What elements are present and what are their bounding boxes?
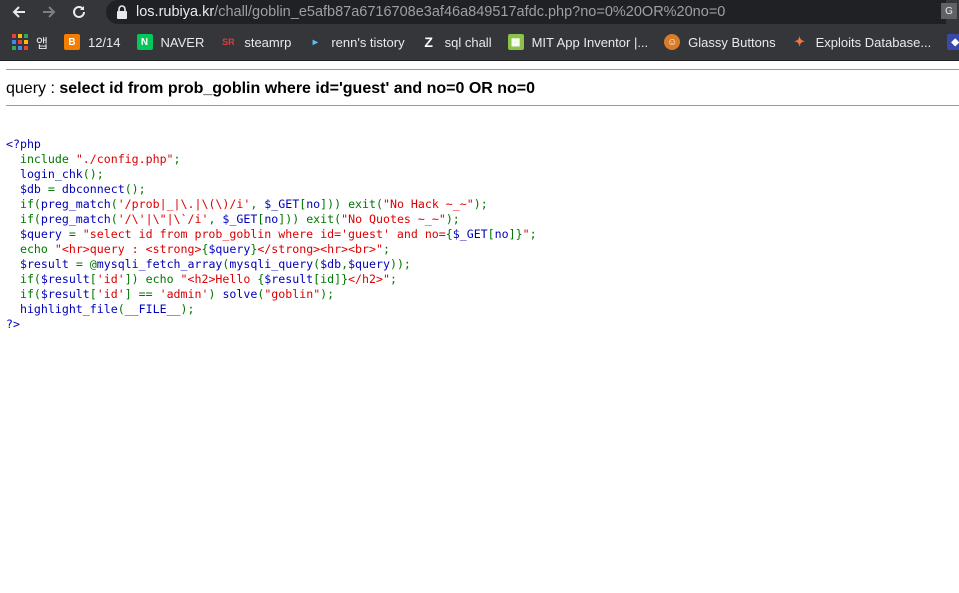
query-line: query : select id from prob_goblin where… [6,80,959,98]
code-line-11: highlight_file(__FILE__); [6,302,195,316]
bookmark-label: steamrp [244,34,292,50]
lock-icon [117,5,127,19]
bookmark-app-inventor[interactable]: ▦ MIT App Inventor |... [500,28,657,56]
bookmark-apps[interactable]: 앱 [36,28,56,56]
bookmark-label: sql chall [444,34,492,50]
code-line-3: $db = dbconnect(); [6,182,146,196]
bookmark-label: MIT App Inventor |... [531,34,649,50]
forward-arrow-icon [43,6,56,18]
w-icon: ◆ [947,34,959,50]
browser-toolbar: los.rubiya.kr/chall/goblin_e5afb87a67167… [0,0,959,24]
url-host: los.rubiya.kr [136,4,215,20]
bookmark-label: NAVER [160,34,205,50]
reload-icon [73,5,85,18]
top-divider [6,69,959,70]
code-line-6: $query = "select id from prob_goblin whe… [6,227,537,241]
sr-icon: SR [220,34,237,50]
bottom-divider [6,105,959,106]
php-source-code: <?php include "./config.php"; login_chk(… [6,137,959,332]
bookmark-naver[interactable]: N NAVER [129,28,213,56]
bookmark-exploit-db[interactable]: ✦ Exploits Database... [784,28,940,56]
bookmark-label: Exploits Database... [815,34,932,50]
bookmark-label: renn's tistory [331,34,405,50]
code-line-8: $result = @mysqli_fetch_array(mysqli_que… [6,257,411,271]
url-path: /chall/goblin_e5afb87a6716708e3af46a8495… [214,4,726,20]
back-button[interactable] [8,1,30,23]
code-line-2: login_chk(); [6,167,104,181]
code-line-7: echo "<hr>query : <strong>{$query}</stro… [6,242,390,256]
bookmarks-bar: 앱 B 12/14 N NAVER SR steamrp ▸ renn's ti… [0,24,959,61]
query-text: select id from prob_goblin where id='gue… [59,80,536,97]
code-line-9: if($result['id']) echo "<h2>Hello {$resu… [6,272,397,286]
bookmark-sql-chall[interactable]: Z sql chall [413,28,500,56]
query-prefix: query : [6,80,60,97]
translate-extension-icon[interactable]: G [941,3,957,19]
app-inventor-icon: ▦ [507,34,524,50]
bookmark-tistory[interactable]: ▸ renn's tistory [299,28,412,56]
z-icon: Z [420,34,437,50]
page-content: query : select id from prob_goblin where… [0,61,959,332]
code-line-10: if($result['id'] == 'admin') solve("gobl… [6,287,335,301]
code-line-4: if(preg_match('/prob|_|\.|\(\)/i', $_GET… [6,197,488,211]
blogger-icon: B [63,34,80,50]
bookmark-steamrp[interactable]: SR steamrp [212,28,299,56]
bookmark-glassy-buttons[interactable]: ☺ Glassy Buttons [656,28,783,56]
bookmark-label: 12/14 [87,34,121,50]
code-line-12: ?> [6,317,20,331]
exploit-db-icon: ✦ [791,34,808,50]
code-line-5: if(preg_match('/\'|\"|\`/i', $_GET[no]))… [6,212,460,226]
tistory-icon: ▸ [307,34,324,50]
glassy-icon: ☺ [664,34,681,50]
code-line-1: include "./config.php"; [6,152,181,166]
reload-button[interactable] [68,1,90,23]
bookmark-w[interactable]: ◆ [W [939,28,959,56]
naver-icon: N [136,34,153,50]
address-bar[interactable]: los.rubiya.kr/chall/goblin_e5afb87a67167… [106,0,946,24]
apps-grid-icon[interactable] [12,34,28,50]
bookmark-label: 앱 [36,35,48,51]
bookmark-blogger[interactable]: B 12/14 [56,28,129,56]
bookmark-label: Glassy Buttons [688,34,776,50]
forward-button[interactable] [38,1,60,23]
back-arrow-icon [12,6,25,18]
code-line-0: <?php [6,137,41,151]
